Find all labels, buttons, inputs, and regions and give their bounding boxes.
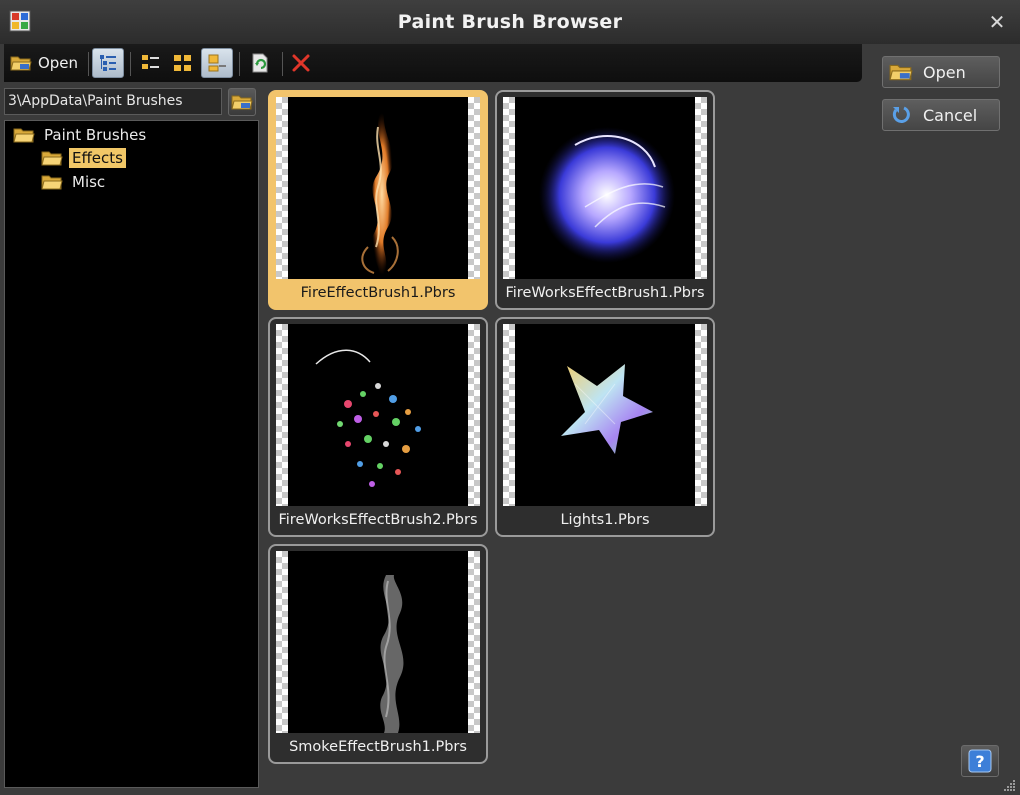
browse-folder-button[interactable] [228,88,256,116]
brush-thumbnail [503,324,707,506]
tree-view-icon [100,55,116,71]
paint-brush-browser-window: Paint Brush Browser ✕ Open 3\AppData\Pai… [0,0,1020,795]
open-button-label: Open [923,62,966,82]
list-view-icon [142,55,159,69]
open-folder-icon [10,56,32,71]
delete-x-icon [292,54,310,72]
tree-item-label: Misc [72,173,106,191]
open-folder-icon [889,64,913,81]
refresh-button[interactable] [244,48,276,78]
brush-thumbnail [276,551,480,733]
folder-icon [41,175,63,190]
list-view-button[interactable] [135,48,165,78]
fireworks2-brush-preview [315,349,421,487]
brush-card[interactable]: FireEffectBrush1.Pbrs [268,90,488,310]
folder-icon [41,151,63,166]
toolbar-separator [239,52,240,76]
thumbnail-view-icon [174,55,191,71]
title-bar[interactable]: Paint Brush Browser ✕ [0,0,1020,44]
fireworks-brush-preview [539,127,675,263]
tree-item-misc[interactable]: Misc [41,171,108,193]
large-icons-view-button[interactable] [201,48,233,78]
toolbar-open-button[interactable]: Open [6,48,82,78]
large-icons-view-icon [208,54,226,72]
folder-icon [13,128,35,143]
open-button[interactable]: Open [882,56,1000,88]
svg-text:?: ? [975,752,984,771]
brush-card[interactable]: Lights1.Pbrs [495,317,715,537]
brush-card[interactable]: FireWorksEffectBrush1.Pbrs [495,90,715,310]
refresh-page-icon [252,53,268,73]
tree-item-label: Paint Brushes [44,126,147,144]
toolbar: Open [4,44,862,82]
toolbar-open-label: Open [37,54,79,72]
path-input[interactable]: 3\AppData\Paint Brushes [4,88,222,115]
brush-name: FireWorksEffectBrush2.Pbrs [278,512,478,528]
close-icon[interactable]: ✕ [986,11,1008,33]
resize-grip-icon[interactable] [1002,778,1016,792]
brush-thumbnail [503,97,707,279]
fire-brush-preview [361,113,399,275]
tree-item-paint-brushes[interactable]: Paint Brushes [13,124,149,146]
cancel-button-label: Cancel [923,105,978,125]
toolbar-separator [88,52,89,76]
delete-button[interactable] [286,48,316,78]
tree-item-effects[interactable]: Effects [41,147,126,169]
brush-name: FireWorksEffectBrush1.Pbrs [505,285,705,301]
brush-name: Lights1.Pbrs [560,512,650,528]
toolbar-separator [282,52,283,76]
folder-tree: Paint Brushes Effects Misc [4,120,259,788]
brush-card[interactable]: SmokeEffectBrush1.Pbrs [268,544,488,764]
toolbar-separator [130,52,131,76]
tree-view-toggle-button[interactable] [92,48,124,78]
thumbnail-view-button[interactable] [168,48,198,78]
undo-icon [892,106,910,123]
tree-item-label: Effects [69,148,126,168]
help-question-icon: ? [968,749,992,773]
brush-name: FireEffectBrush1.Pbrs [300,285,456,301]
window-title: Paint Brush Browser [397,11,623,33]
cancel-button[interactable]: Cancel [882,99,1000,131]
browse-folder-icon [231,95,253,110]
help-button[interactable]: ? [961,745,999,777]
smoke-brush-preview [380,575,404,733]
lights-brush-preview [561,364,653,454]
brush-card[interactable]: FireWorksEffectBrush2.Pbrs [268,317,488,537]
brush-thumbnail [276,97,480,279]
brush-thumbnail [276,324,480,506]
brush-name: SmokeEffectBrush1.Pbrs [289,739,467,755]
